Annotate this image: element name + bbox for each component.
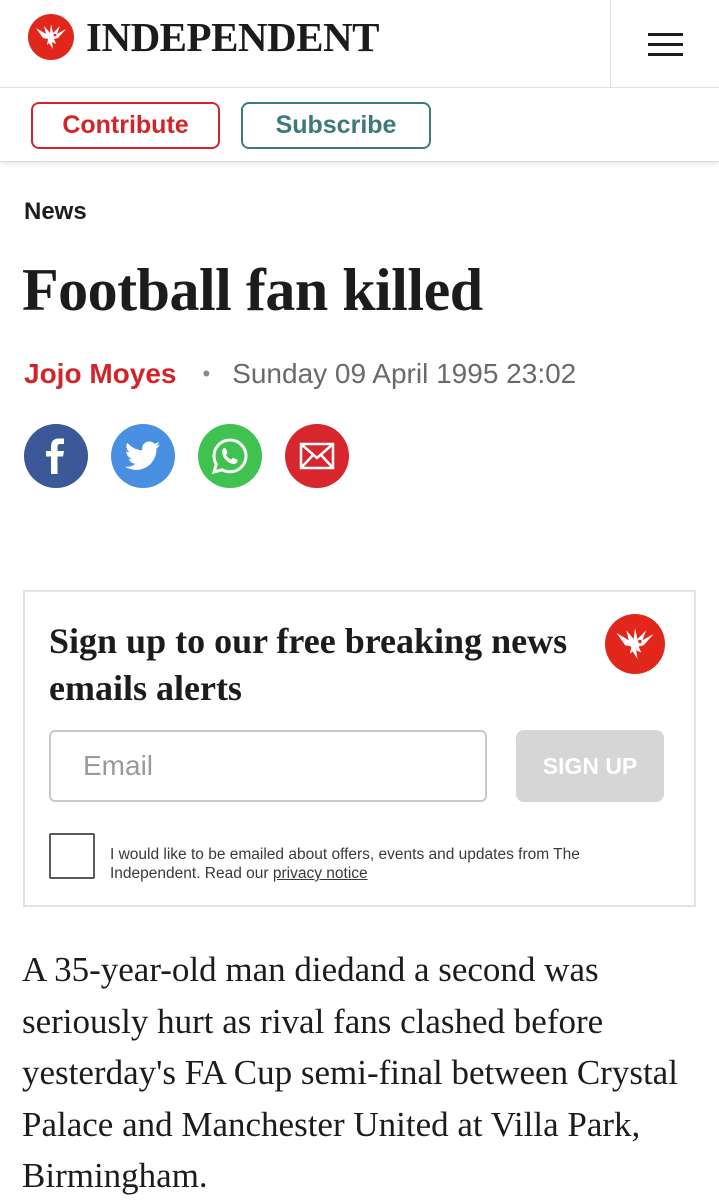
facebook-icon[interactable] (24, 424, 88, 488)
consent-text: I would like to be emailed about offers,… (110, 845, 650, 883)
byline: Jojo Moyes • Sunday 09 April 1995 23:02 (24, 358, 576, 390)
section-label[interactable]: News (24, 198, 87, 226)
contribute-button[interactable]: Contribute (31, 102, 220, 149)
hamburger-menu-icon[interactable] (611, 0, 719, 88)
twitter-icon[interactable] (111, 424, 175, 488)
newsletter-signup: Sign up to our free breaking news emails… (23, 590, 696, 907)
email-icon[interactable] (285, 424, 349, 488)
signup-button[interactable]: SIGN UP (516, 730, 664, 802)
email-field[interactable] (49, 730, 487, 802)
article-headline: Football fan killed (22, 257, 483, 323)
privacy-notice-link[interactable]: privacy notice (273, 865, 368, 882)
eagle-icon (605, 614, 665, 674)
logo-wordmark: INDEPENDENT (86, 14, 379, 60)
subscribe-button[interactable]: Subscribe (241, 102, 431, 149)
whatsapp-icon[interactable] (198, 424, 262, 488)
byline-separator: • (202, 361, 211, 386)
consent-checkbox[interactable] (49, 833, 95, 879)
site-logo[interactable]: INDEPENDENT (28, 14, 379, 60)
share-bar (24, 424, 349, 488)
site-header: INDEPENDENT (0, 0, 719, 88)
newsletter-title: Sign up to our free breaking news emails… (49, 621, 568, 708)
article-body: A 35-year-old man diedand a second was s… (22, 950, 678, 1195)
publish-date: Sunday 09 April 1995 23:02 (232, 358, 577, 389)
author-link[interactable]: Jojo Moyes (24, 358, 176, 390)
action-bar: Contribute Subscribe (0, 88, 719, 162)
eagle-icon (28, 14, 74, 60)
